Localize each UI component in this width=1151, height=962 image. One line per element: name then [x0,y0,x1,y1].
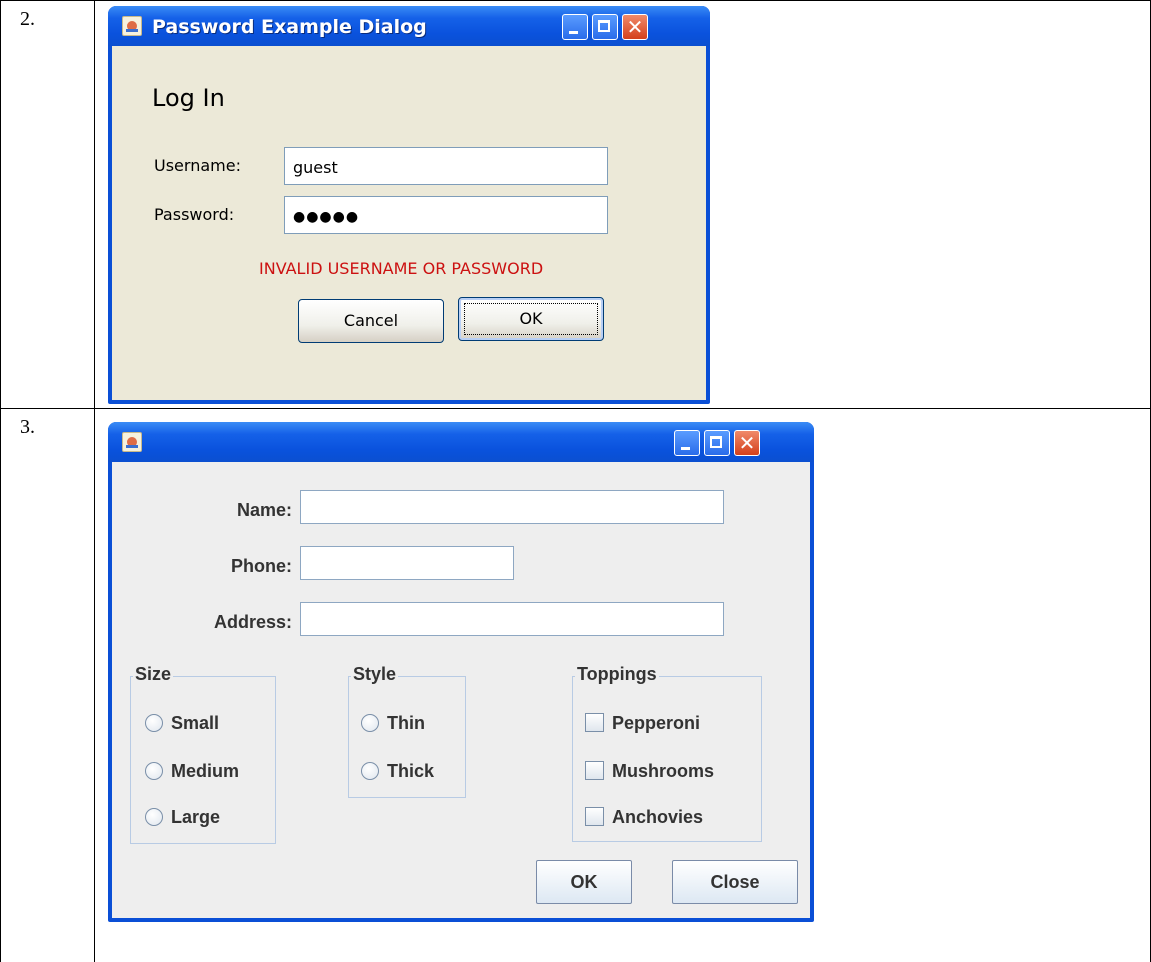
radio-icon [145,762,163,780]
close-icon: ✕ [626,15,644,39]
title-bar[interactable]: ✕ [108,422,814,462]
checkbox-label: Anchovies [612,807,704,827]
username-input[interactable]: guest [284,147,608,185]
maximize-button[interactable] [592,14,618,40]
phone-label: Phone: [231,556,292,576]
size-group: Size Small Medium Large [130,664,276,844]
table-border-left [0,0,1,962]
close-button[interactable]: ✕ [622,14,648,40]
table-border-top [0,0,1151,1]
table-column-divider [94,0,95,962]
title-bar[interactable]: Password Example Dialog ✕ [108,6,710,46]
checkbox-anchovies[interactable]: Anchovies [585,807,703,828]
radio-icon [361,762,379,780]
toppings-group: Toppings Pepperoni Mushrooms Anchovies [572,664,762,842]
cancel-button[interactable]: Cancel [298,299,444,343]
login-heading: Log In [152,84,225,112]
password-label: Password: [154,205,235,224]
checkbox-icon [585,713,604,732]
radio-medium[interactable]: Medium [145,761,239,782]
username-label: Username: [154,156,241,175]
toppings-group-title: Toppings [575,664,659,685]
radio-icon [361,714,379,732]
style-group: Style Thin Thick [348,664,466,798]
ok-button[interactable]: OK [536,860,632,904]
minimize-icon [569,31,578,34]
java-app-icon[interactable] [122,16,142,36]
close-button[interactable]: ✕ [734,430,760,456]
checkbox-mushrooms[interactable]: Mushrooms [585,761,714,782]
row-number: 2. [20,8,35,30]
table-row-divider [0,408,1151,409]
radio-thin[interactable]: Thin [361,713,425,734]
checkbox-label: Mushrooms [612,761,715,781]
phone-input[interactable] [300,546,514,580]
radio-small[interactable]: Small [145,713,219,734]
radio-large[interactable]: Large [145,807,220,828]
radio-label: Thin [387,713,425,733]
minimize-icon [681,447,690,450]
password-input[interactable]: ●●●●● [284,196,608,234]
size-group-title: Size [133,664,174,685]
close-icon: ✕ [738,431,756,455]
address-input[interactable] [300,602,724,636]
minimize-button[interactable] [562,14,588,40]
order-dialog-window: ✕ Name: Phone: Address: Size Small Mediu… [108,422,814,922]
radio-label: Thick [387,761,435,781]
maximize-button[interactable] [704,430,730,456]
checkbox-icon [585,761,604,780]
address-label: Address: [213,612,292,632]
radio-label: Large [171,807,221,827]
error-message: INVALID USERNAME OR PASSWORD [259,259,544,278]
password-dialog-window: Password Example Dialog ✕ Log In Usernam… [108,6,710,404]
java-app-icon[interactable] [122,432,142,452]
minimize-button[interactable] [674,430,700,456]
row-number: 3. [20,416,35,438]
radio-thick[interactable]: Thick [361,761,434,782]
radio-label: Medium [171,761,240,781]
window-title: Password Example Dialog [152,16,427,38]
name-input[interactable] [300,490,724,524]
checkbox-label: Pepperoni [612,713,701,733]
radio-label: Small [171,713,220,733]
style-group-title: Style [351,664,399,685]
close-form-button[interactable]: Close [672,860,798,904]
checkbox-icon [585,807,604,826]
dialog-content: Name: Phone: Address: Size Small Medium … [112,462,810,918]
ok-button[interactable]: OK [458,297,604,341]
radio-icon [145,808,163,826]
maximize-icon [598,20,610,32]
focus-ring [464,303,598,335]
name-label: Name: [236,500,292,520]
dialog-content: Log In Username: guest Password: ●●●●● I… [112,46,706,400]
checkbox-pepperoni[interactable]: Pepperoni [585,713,700,734]
radio-icon [145,714,163,732]
maximize-icon [710,436,722,448]
